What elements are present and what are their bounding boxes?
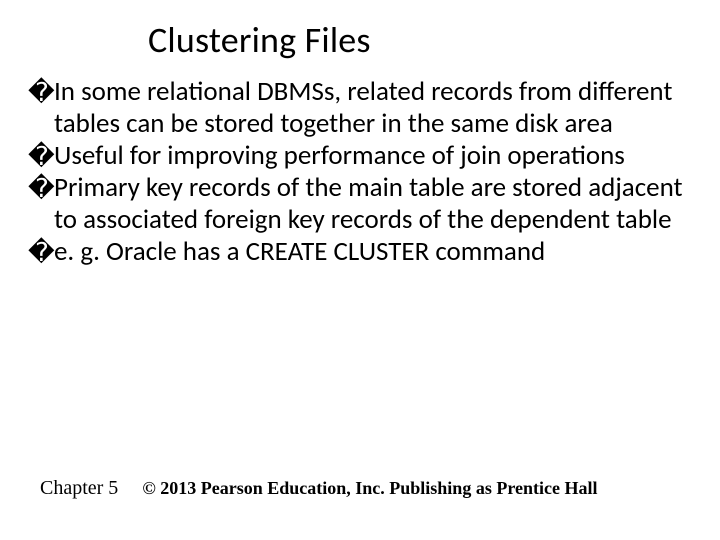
list-item: � Primary key records of the main table … [28, 172, 690, 236]
bullet-text: e. g. Oracle has a CREATE CLUSTER comman… [54, 236, 545, 268]
slide: Clustering Files � In some relational DB… [0, 0, 720, 540]
slide-title: Clustering Files [148, 18, 692, 62]
chapter-label: Chapter 5 [40, 477, 118, 500]
list-item: � Useful for improving performance of jo… [28, 140, 690, 172]
bullet-icon: � [28, 172, 54, 204]
bullet-icon: � [28, 236, 54, 268]
bullet-text: Primary key records of the main table ar… [54, 172, 690, 236]
slide-footer: Chapter 5 © 2013 Pearson Education, Inc.… [40, 477, 597, 500]
bullet-icon: � [28, 140, 54, 172]
slide-body: � In some relational DBMSs, related reco… [28, 76, 692, 268]
copyright-text: © 2013 Pearson Education, Inc. Publishin… [142, 478, 597, 499]
list-item: � e. g. Oracle has a CREATE CLUSTER comm… [28, 236, 690, 268]
bullet-text: In some relational DBMSs, related record… [54, 76, 690, 140]
bullet-text: Useful for improving performance of join… [54, 140, 625, 172]
bullet-icon: � [28, 76, 54, 108]
list-item: � In some relational DBMSs, related reco… [28, 76, 690, 140]
